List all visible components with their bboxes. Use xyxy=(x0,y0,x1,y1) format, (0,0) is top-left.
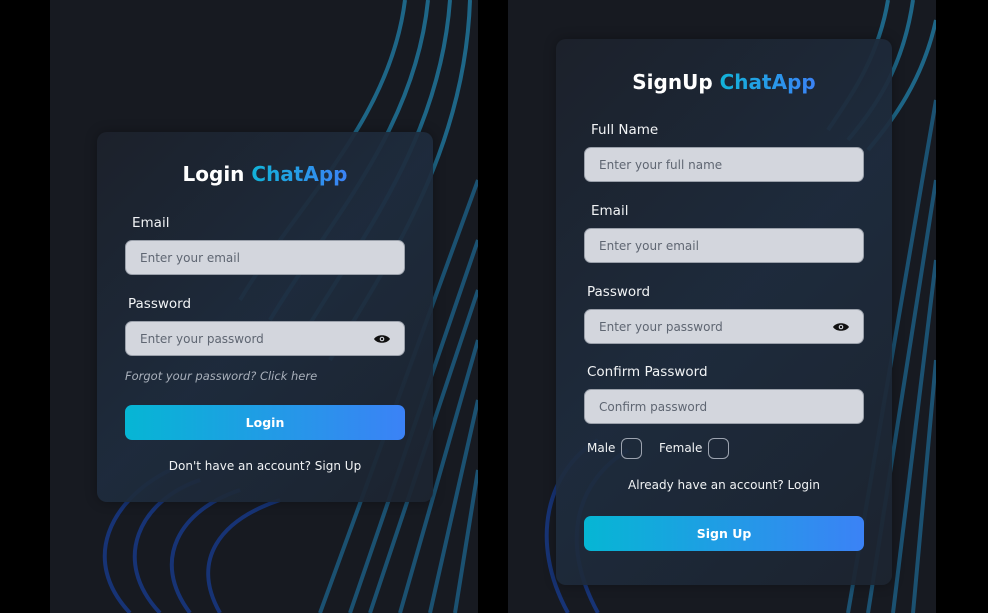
signup-link[interactable]: Don't have an account? Sign Up xyxy=(97,459,433,473)
email-placeholder: Enter your email xyxy=(140,250,240,265)
password-placeholder: Enter your password xyxy=(140,331,264,346)
login-link[interactable]: Already have an account? Login xyxy=(556,478,892,492)
male-label: Male xyxy=(587,441,616,455)
fullname-placeholder: Enter your full name xyxy=(599,157,723,172)
eye-icon[interactable] xyxy=(833,322,849,332)
login-panel: Login ChatApp Email Enter your email Pas… xyxy=(50,0,478,613)
password-placeholder: Enter your password xyxy=(599,319,723,334)
login-card: Login ChatApp Email Enter your email Pas… xyxy=(97,132,433,502)
confirm-password-input[interactable]: Confirm password xyxy=(584,389,864,424)
password-label: Password xyxy=(128,296,192,312)
male-checkbox[interactable] xyxy=(621,438,643,459)
signup-card: SignUp ChatApp Full Name Enter your full… xyxy=(556,39,892,585)
password-input[interactable]: Enter your password xyxy=(125,321,405,356)
email-label: Email xyxy=(591,203,629,219)
signup-panel: SignUp ChatApp Full Name Enter your full… xyxy=(508,0,936,613)
password-input[interactable]: Enter your password xyxy=(584,309,864,344)
forgot-password-link[interactable]: Forgot your password? Click here xyxy=(125,369,317,383)
confirm-password-label: Confirm Password xyxy=(587,364,708,380)
login-button[interactable]: Login xyxy=(125,405,405,440)
eye-icon[interactable] xyxy=(374,334,390,344)
email-label: Email xyxy=(132,215,170,231)
fullname-label: Full Name xyxy=(591,122,659,138)
gender-female[interactable]: Female xyxy=(659,438,730,459)
password-label: Password xyxy=(587,284,651,300)
fullname-input[interactable]: Enter your full name xyxy=(584,147,864,182)
email-placeholder: Enter your email xyxy=(599,238,699,253)
login-title: Login ChatApp xyxy=(182,162,348,186)
confirm-password-placeholder: Confirm password xyxy=(599,399,708,414)
email-input[interactable]: Enter your email xyxy=(125,240,405,275)
email-input[interactable]: Enter your email xyxy=(584,228,864,263)
gender-male[interactable]: Male xyxy=(587,438,643,459)
signup-title: SignUp ChatApp xyxy=(632,70,816,94)
female-label: Female xyxy=(659,441,703,455)
female-checkbox[interactable] xyxy=(708,438,730,459)
signup-button[interactable]: Sign Up xyxy=(584,516,864,551)
